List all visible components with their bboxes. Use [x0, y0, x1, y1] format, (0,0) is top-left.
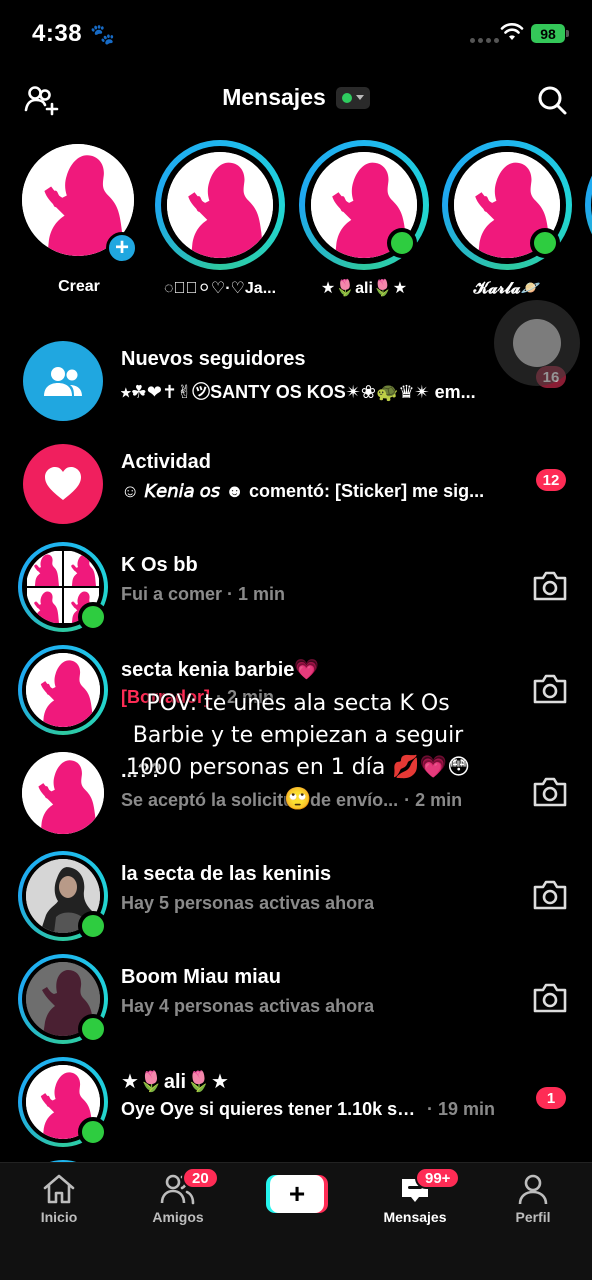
- list-item-chat[interactable]: ★🌷ali🌷★ Oye Oye si quieres tener 1.10k s…: [0, 1051, 592, 1154]
- online-status-icon: [341, 92, 352, 103]
- home-icon: [43, 1174, 75, 1204]
- tab-label: Mensajes: [383, 1209, 447, 1225]
- camera-icon[interactable]: [532, 879, 568, 911]
- story-label: ◌⃝⍝⚪︎♡·♡Ja...: [163, 280, 277, 297]
- conversation-name: secta kenia barbie💗: [121, 659, 320, 681]
- cellular-signal-icon: [470, 38, 499, 43]
- followers-icon: [23, 341, 103, 421]
- status-time: 4:38 🐾: [32, 20, 116, 47]
- conversation-name: Boom Miau miau: [121, 966, 282, 988]
- friends-badge: 20: [182, 1167, 219, 1189]
- plus-icon: +: [270, 1175, 324, 1213]
- conversation-preview: Hay 5 personas activas ahora: [121, 893, 375, 913]
- story-item[interactable]: ★🌷ali🌷★: [299, 140, 429, 305]
- online-indicator: [387, 228, 417, 258]
- tab-amigos[interactable]: Amigos 20: [128, 1167, 228, 1233]
- story-item[interactable]: 𝓚𝓪𝓻𝓵𝓪🪐: [442, 140, 572, 305]
- conversation-name: la secta de las keninis: [121, 863, 332, 885]
- conversation-time: · 19 min: [427, 1099, 496, 1119]
- camera-icon[interactable]: [532, 776, 568, 808]
- online-indicator: [530, 228, 560, 258]
- conversation-preview: ⭒☘︎❤︎✝︎✌︎㋡SANTY OS KOS✴︎❀🐢♛✴︎ em...: [121, 382, 476, 402]
- conversation-name: K Os bb: [121, 554, 198, 576]
- unread-count-badge: 1: [536, 1087, 566, 1109]
- assistive-touch-button[interactable]: [494, 300, 580, 386]
- story-create[interactable]: + Crear: [22, 140, 152, 305]
- page-title: Mensajes: [222, 84, 326, 110]
- status-dropdown[interactable]: [335, 86, 370, 109]
- battery-indicator: 98: [531, 24, 569, 43]
- online-indicator: [78, 1014, 108, 1044]
- tab-label: Perfil: [515, 1209, 551, 1225]
- tab-label: Inicio: [40, 1209, 78, 1225]
- video-caption-overlay: POV: te unes ala secta K Os Barbie y te …: [125, 691, 471, 812]
- create-button[interactable]: +: [266, 1175, 328, 1213]
- story-label: 𝓚𝓪𝓻𝓵𝓪🪐: [473, 280, 541, 297]
- conversation-preview: Fui a comer · 1 min: [121, 584, 286, 604]
- online-indicator: [78, 1117, 108, 1147]
- conversation-name: Actividad: [121, 451, 212, 473]
- chevron-down-icon: [355, 95, 364, 100]
- story-item[interactable]: [585, 140, 592, 305]
- wifi-icon: [500, 23, 524, 40]
- tab-inicio[interactable]: Inicio: [9, 1173, 109, 1233]
- story-item[interactable]: ◌⃝⍝⚪︎♡·♡Ja...: [155, 140, 285, 305]
- search-icon[interactable]: [536, 84, 568, 116]
- camera-icon[interactable]: [532, 982, 568, 1014]
- bottom-nav: Inicio Amigos 20 + Mensajes 99+ Perfil: [0, 1162, 592, 1280]
- camera-icon[interactable]: [532, 570, 568, 602]
- avatar: [22, 752, 104, 834]
- conversation-preview: ☺︎ 𝘒𝘦𝘯𝘪𝘢 𝘰𝘴 ☻ comentó: [Sticker] me sig.…: [121, 481, 485, 501]
- tab-mensajes[interactable]: Mensajes 99+: [365, 1167, 465, 1233]
- paw-icon: 🐾: [90, 23, 116, 46]
- online-indicator: [78, 911, 108, 941]
- conversation-preview: Oye Oye si quieres tener 1.10k se...: [121, 1099, 421, 1119]
- conversation-preview: Hay 4 personas activas ahora: [121, 996, 375, 1016]
- avatar: [26, 653, 100, 727]
- list-item-chat[interactable]: la secta de las keninis Hay 5 personas a…: [0, 845, 592, 948]
- profile-icon: [518, 1174, 548, 1205]
- messages-badge: 99+: [415, 1167, 461, 1189]
- avatar: [167, 152, 273, 258]
- list-item-chat[interactable]: K Os bb Fui a comer · 1 min: [0, 536, 592, 639]
- story-label: Crear: [58, 278, 100, 295]
- status-bar: 4:38 🐾 98: [0, 0, 592, 70]
- stories-row: + Crear ◌⃝⍝⚪︎♡·♡Ja... ★🌷ali🌷★ 𝓚𝓪𝓻𝓵𝓪🪐: [0, 140, 592, 310]
- heart-icon: [23, 444, 103, 524]
- story-label: ★🌷ali🌷★: [320, 280, 408, 297]
- camera-icon[interactable]: [532, 673, 568, 705]
- header: Mensajes: [0, 70, 592, 132]
- tab-perfil[interactable]: Perfil: [483, 1173, 583, 1233]
- list-item-chat[interactable]: Boom Miau miau Hay 4 personas activas ah…: [0, 948, 592, 1051]
- conversation-name: Nuevos seguidores: [121, 348, 306, 370]
- add-story-icon[interactable]: +: [106, 232, 138, 264]
- unread-count-badge: 12: [536, 469, 566, 491]
- online-indicator: [78, 602, 108, 632]
- list-item-activity[interactable]: Actividad ☺︎ 𝘒𝘦𝘯𝘪𝘢 𝘰𝘴 ☻ comentó: [Sticke…: [0, 433, 592, 536]
- tab-label: Amigos: [152, 1209, 204, 1225]
- conversation-name: ★🌷ali🌷★: [121, 1071, 229, 1093]
